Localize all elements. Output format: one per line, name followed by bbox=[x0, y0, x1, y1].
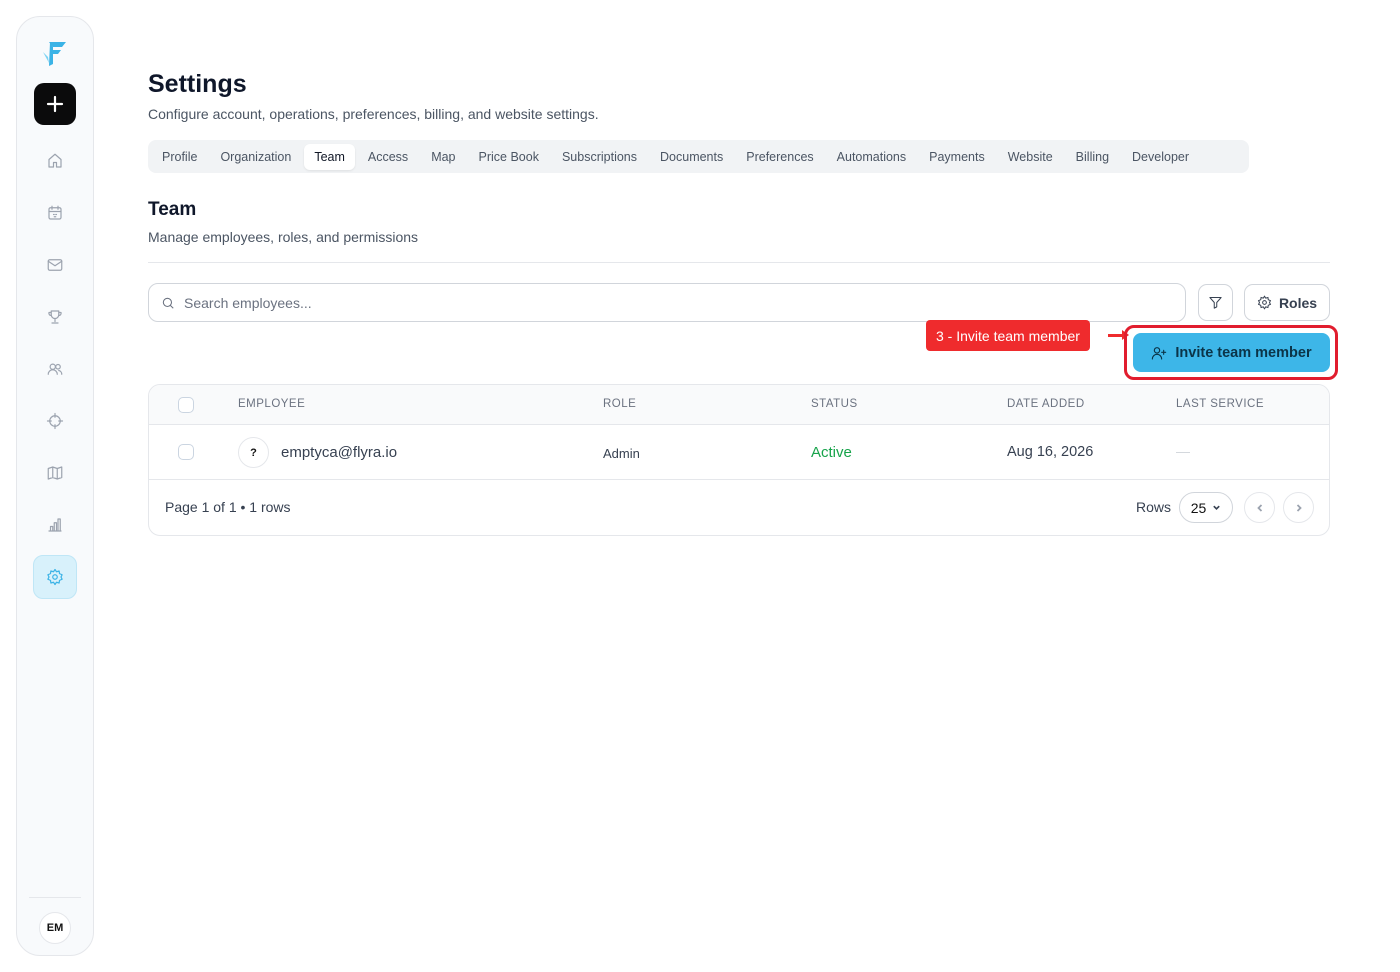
tab-price-book[interactable]: Price Book bbox=[469, 144, 549, 170]
chevron-right-icon bbox=[1296, 503, 1302, 512]
rows-per-page-value: 25 bbox=[1190, 499, 1207, 516]
page-subtitle: Configure account, operations, preferenc… bbox=[148, 106, 599, 122]
search-box bbox=[148, 283, 1186, 322]
sidebar: EM bbox=[16, 16, 94, 956]
sidebar-item-customers[interactable] bbox=[33, 347, 77, 391]
flyra-logo-icon[interactable] bbox=[37, 35, 73, 71]
roles-button[interactable]: Roles bbox=[1244, 284, 1330, 321]
section-subtitle: Manage employees, roles, and permissions bbox=[148, 229, 419, 245]
search-input[interactable] bbox=[184, 294, 1173, 311]
previous-page-button[interactable] bbox=[1244, 492, 1275, 523]
column-header-employee[interactable]: EMPLOYEE bbox=[238, 398, 305, 410]
employee-role: Admin bbox=[603, 446, 640, 461]
map-icon bbox=[47, 466, 63, 480]
trophy-icon bbox=[48, 310, 62, 324]
tab-developer[interactable]: Developer bbox=[1122, 144, 1199, 170]
employee-avatar: ? bbox=[238, 437, 269, 468]
tab-subscriptions[interactable]: Subscriptions bbox=[552, 144, 647, 170]
tab-documents[interactable]: Documents bbox=[650, 144, 733, 170]
section-title: Team bbox=[148, 199, 197, 220]
table-row[interactable]: ? emptyca@flyra.io Admin Active Aug 16, … bbox=[149, 425, 1329, 480]
rows-per-page-label: Rows bbox=[1136, 499, 1172, 515]
home-icon bbox=[48, 153, 62, 168]
select-all-checkbox[interactable] bbox=[178, 397, 194, 413]
tab-website[interactable]: Website bbox=[998, 144, 1063, 170]
last-service: — bbox=[1176, 443, 1190, 459]
bar-chart-icon bbox=[48, 518, 62, 532]
sidebar-item-goals[interactable] bbox=[33, 295, 77, 339]
column-header-date-added[interactable]: DATE ADDED bbox=[1007, 398, 1085, 410]
column-header-status[interactable]: STATUS bbox=[811, 398, 858, 410]
mail-icon bbox=[47, 259, 63, 271]
sidebar-item-calendar[interactable] bbox=[33, 191, 77, 235]
sidebar-item-settings[interactable] bbox=[33, 555, 77, 599]
user-avatar[interactable]: EM bbox=[39, 911, 71, 944]
chevron-down-icon bbox=[1213, 505, 1221, 510]
tab-map[interactable]: Map bbox=[421, 144, 465, 170]
date-added: Aug 16, 2026 bbox=[1007, 444, 1094, 460]
sidebar-item-map[interactable] bbox=[33, 451, 77, 495]
section-divider bbox=[148, 262, 1330, 263]
sidebar-item-home[interactable] bbox=[33, 139, 77, 183]
tab-payments[interactable]: Payments bbox=[919, 144, 995, 170]
chevron-left-icon bbox=[1256, 503, 1262, 512]
page-title: Settings bbox=[148, 70, 247, 98]
filter-icon bbox=[1209, 297, 1222, 309]
sidebar-nav bbox=[33, 139, 77, 599]
calendar-icon bbox=[48, 205, 62, 220]
invite-label: Invite team member bbox=[1175, 344, 1312, 361]
annotation-callout: 3 - Invite team member bbox=[926, 320, 1090, 351]
sidebar-footer: EM bbox=[29, 897, 81, 955]
tab-profile[interactable]: Profile bbox=[152, 144, 207, 170]
gear-icon bbox=[1257, 295, 1272, 310]
roles-label: Roles bbox=[1278, 294, 1318, 311]
user-plus-icon bbox=[1152, 346, 1167, 360]
tab-billing[interactable]: Billing bbox=[1066, 144, 1119, 170]
settings-tabs: Profile Organization Team Access Map Pri… bbox=[148, 140, 1249, 173]
users-icon bbox=[47, 363, 63, 375]
row-checkbox[interactable] bbox=[178, 444, 194, 460]
status-badge: Active bbox=[811, 444, 852, 461]
tab-access[interactable]: Access bbox=[358, 144, 418, 170]
plus-icon bbox=[46, 95, 64, 113]
pagination-info: Page 1 of 1 • 1 rows bbox=[165, 499, 291, 515]
employees-table: EMPLOYEE ROLE STATUS DATE ADDED LAST SER… bbox=[148, 384, 1330, 536]
next-page-button[interactable] bbox=[1283, 492, 1314, 523]
sidebar-item-inbox[interactable] bbox=[33, 243, 77, 287]
annotation-arrow bbox=[1108, 330, 1129, 340]
table-footer: Page 1 of 1 • 1 rows Rows 25 bbox=[149, 480, 1329, 535]
tab-organization[interactable]: Organization bbox=[210, 144, 301, 170]
employee-email[interactable]: emptyca@flyra.io bbox=[281, 444, 397, 461]
tab-team[interactable]: Team bbox=[304, 143, 355, 170]
tab-automations[interactable]: Automations bbox=[827, 144, 916, 170]
sidebar-item-reports[interactable] bbox=[33, 503, 77, 547]
new-item-button[interactable] bbox=[34, 83, 76, 125]
gear-icon bbox=[47, 568, 63, 586]
column-header-role[interactable]: ROLE bbox=[603, 398, 636, 410]
invite-team-member-button[interactable]: Invite team member bbox=[1133, 333, 1330, 372]
crosshair-icon bbox=[46, 412, 64, 430]
tab-preferences[interactable]: Preferences bbox=[736, 144, 823, 170]
sidebar-item-dispatch[interactable] bbox=[33, 399, 77, 443]
column-header-last-service[interactable]: LAST SERVICE bbox=[1176, 398, 1264, 410]
table-header: EMPLOYEE ROLE STATUS DATE ADDED LAST SER… bbox=[149, 385, 1329, 425]
filter-button[interactable] bbox=[1198, 284, 1233, 321]
search-icon bbox=[162, 297, 174, 309]
rows-per-page-select[interactable]: 25 bbox=[1179, 492, 1233, 523]
